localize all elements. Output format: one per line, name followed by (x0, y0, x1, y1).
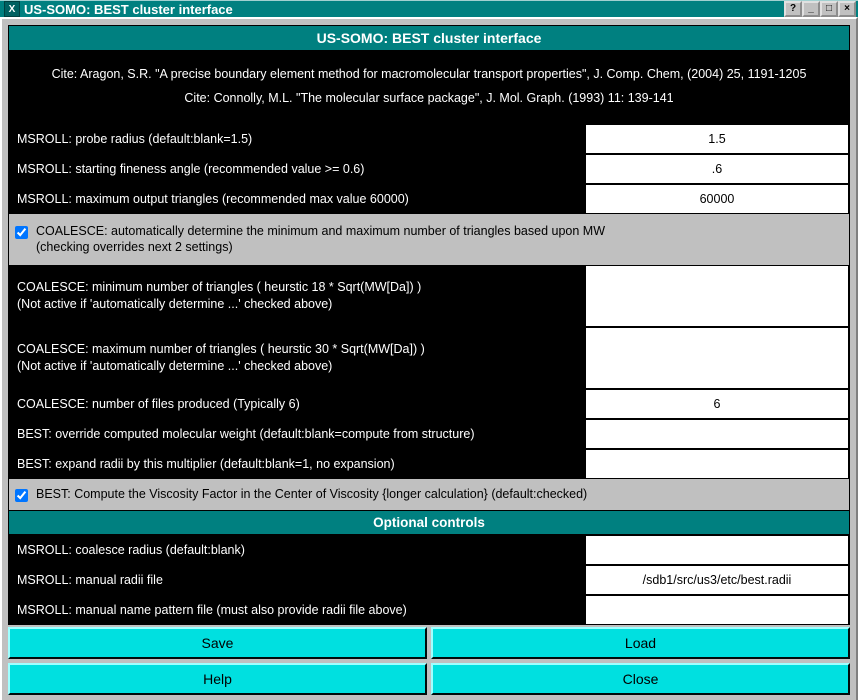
input-coalesce-nfiles[interactable] (585, 389, 849, 419)
row-msroll-max-triangles: MSROLL: maximum output triangles (recomm… (8, 184, 850, 214)
row-msroll-radii-file: MSROLL: manual radii file (8, 565, 850, 595)
label-coalesce-min: COALESCE: minimum number of triangles ( … (9, 265, 585, 327)
checkbox-best-viscosity[interactable] (15, 489, 28, 502)
row-msroll-coalesce-radius: MSROLL: coalesce radius (default:blank) (8, 535, 850, 565)
checkbox-coalesce-auto[interactable] (15, 226, 28, 239)
row-coalesce-min: COALESCE: minimum number of triangles ( … (8, 265, 850, 327)
row-coalesce-nfiles: COALESCE: number of files produced (Typi… (8, 389, 850, 419)
label-coalesce-min-l1: COALESCE: minimum number of triangles ( … (17, 279, 421, 296)
label-msroll-radii-file: MSROLL: manual radii file (9, 565, 585, 595)
load-button[interactable]: Load (431, 627, 850, 659)
input-msroll-name-pattern[interactable] (585, 595, 849, 625)
save-button[interactable]: Save (8, 627, 427, 659)
optional-controls-header: Optional controls (8, 510, 850, 535)
help-button[interactable]: Help (8, 663, 427, 695)
label-best-expand-radii: BEST: expand radii by this multiplier (d… (9, 449, 585, 479)
citation-line-2: Cite: Connolly, M.L. "The molecular surf… (19, 87, 839, 111)
label-coalesce-nfiles: COALESCE: number of files produced (Typi… (9, 389, 585, 419)
citation-line-1: Cite: Aragon, S.R. "A precise boundary e… (19, 63, 839, 87)
row-msroll-fineness: MSROLL: starting fineness angle (recomme… (8, 154, 850, 184)
label-coalesce-max-l2: (Not active if 'automatically determine … (17, 358, 332, 375)
input-coalesce-min[interactable] (585, 265, 849, 327)
input-msroll-max-triangles[interactable] (585, 184, 849, 214)
input-msroll-coalesce-radius[interactable] (585, 535, 849, 565)
label-coalesce-auto-l1: COALESCE: automatically determine the mi… (36, 223, 605, 240)
minimize-window-button[interactable]: _ (802, 1, 820, 17)
banner: US-SOMO: BEST cluster interface (8, 25, 850, 51)
label-msroll-name-pattern: MSROLL: manual name pattern file (must a… (9, 595, 585, 625)
settings-rows: MSROLL: probe radius (default:blank=1.5)… (8, 124, 850, 625)
label-best-viscosity: BEST: Compute the Viscosity Factor in th… (36, 486, 587, 503)
input-best-override-mw[interactable] (585, 419, 849, 449)
app-icon: X (4, 1, 20, 17)
input-msroll-fineness[interactable] (585, 154, 849, 184)
help-window-button[interactable]: ? (784, 1, 802, 17)
main-window: X US-SOMO: BEST cluster interface ? _ □ … (0, 0, 858, 700)
label-msroll-probe-radius: MSROLL: probe radius (default:blank=1.5) (9, 124, 585, 154)
row-best-override-mw: BEST: override computed molecular weight… (8, 419, 850, 449)
client-area: US-SOMO: BEST cluster interface Cite: Ar… (0, 17, 858, 700)
titlebar: X US-SOMO: BEST cluster interface ? _ □ … (0, 0, 858, 17)
close-button[interactable]: Close (431, 663, 850, 695)
button-grid: Save Load Help Close (8, 625, 850, 695)
label-coalesce-auto-l2: (checking overrides next 2 settings) (36, 239, 605, 256)
row-msroll-probe-radius: MSROLL: probe radius (default:blank=1.5) (8, 124, 850, 154)
maximize-window-button[interactable]: □ (820, 1, 838, 17)
window-title: US-SOMO: BEST cluster interface (24, 2, 784, 17)
row-coalesce-max: COALESCE: maximum number of triangles ( … (8, 327, 850, 389)
close-window-button[interactable]: × (838, 1, 856, 17)
input-msroll-probe-radius[interactable] (585, 124, 849, 154)
label-msroll-max-triangles: MSROLL: maximum output triangles (recomm… (9, 184, 585, 214)
label-coalesce-max-l1: COALESCE: maximum number of triangles ( … (17, 341, 425, 358)
label-coalesce-auto: COALESCE: automatically determine the mi… (36, 223, 605, 257)
window-controls: ? _ □ × (784, 1, 856, 17)
input-coalesce-max[interactable] (585, 327, 849, 389)
row-coalesce-auto: COALESCE: automatically determine the mi… (8, 214, 850, 266)
label-coalesce-max: COALESCE: maximum number of triangles ( … (9, 327, 585, 389)
label-msroll-coalesce-radius: MSROLL: coalesce radius (default:blank) (9, 535, 585, 565)
label-coalesce-min-l2: (Not active if 'automatically determine … (17, 296, 332, 313)
label-msroll-fineness: MSROLL: starting fineness angle (recomme… (9, 154, 585, 184)
citation-block: Cite: Aragon, S.R. "A precise boundary e… (8, 51, 850, 124)
input-best-expand-radii[interactable] (585, 449, 849, 479)
label-best-override-mw: BEST: override computed molecular weight… (9, 419, 585, 449)
row-best-viscosity: BEST: Compute the Viscosity Factor in th… (8, 479, 850, 510)
row-msroll-name-pattern: MSROLL: manual name pattern file (must a… (8, 595, 850, 625)
input-msroll-radii-file[interactable] (585, 565, 849, 595)
row-best-expand-radii: BEST: expand radii by this multiplier (d… (8, 449, 850, 479)
